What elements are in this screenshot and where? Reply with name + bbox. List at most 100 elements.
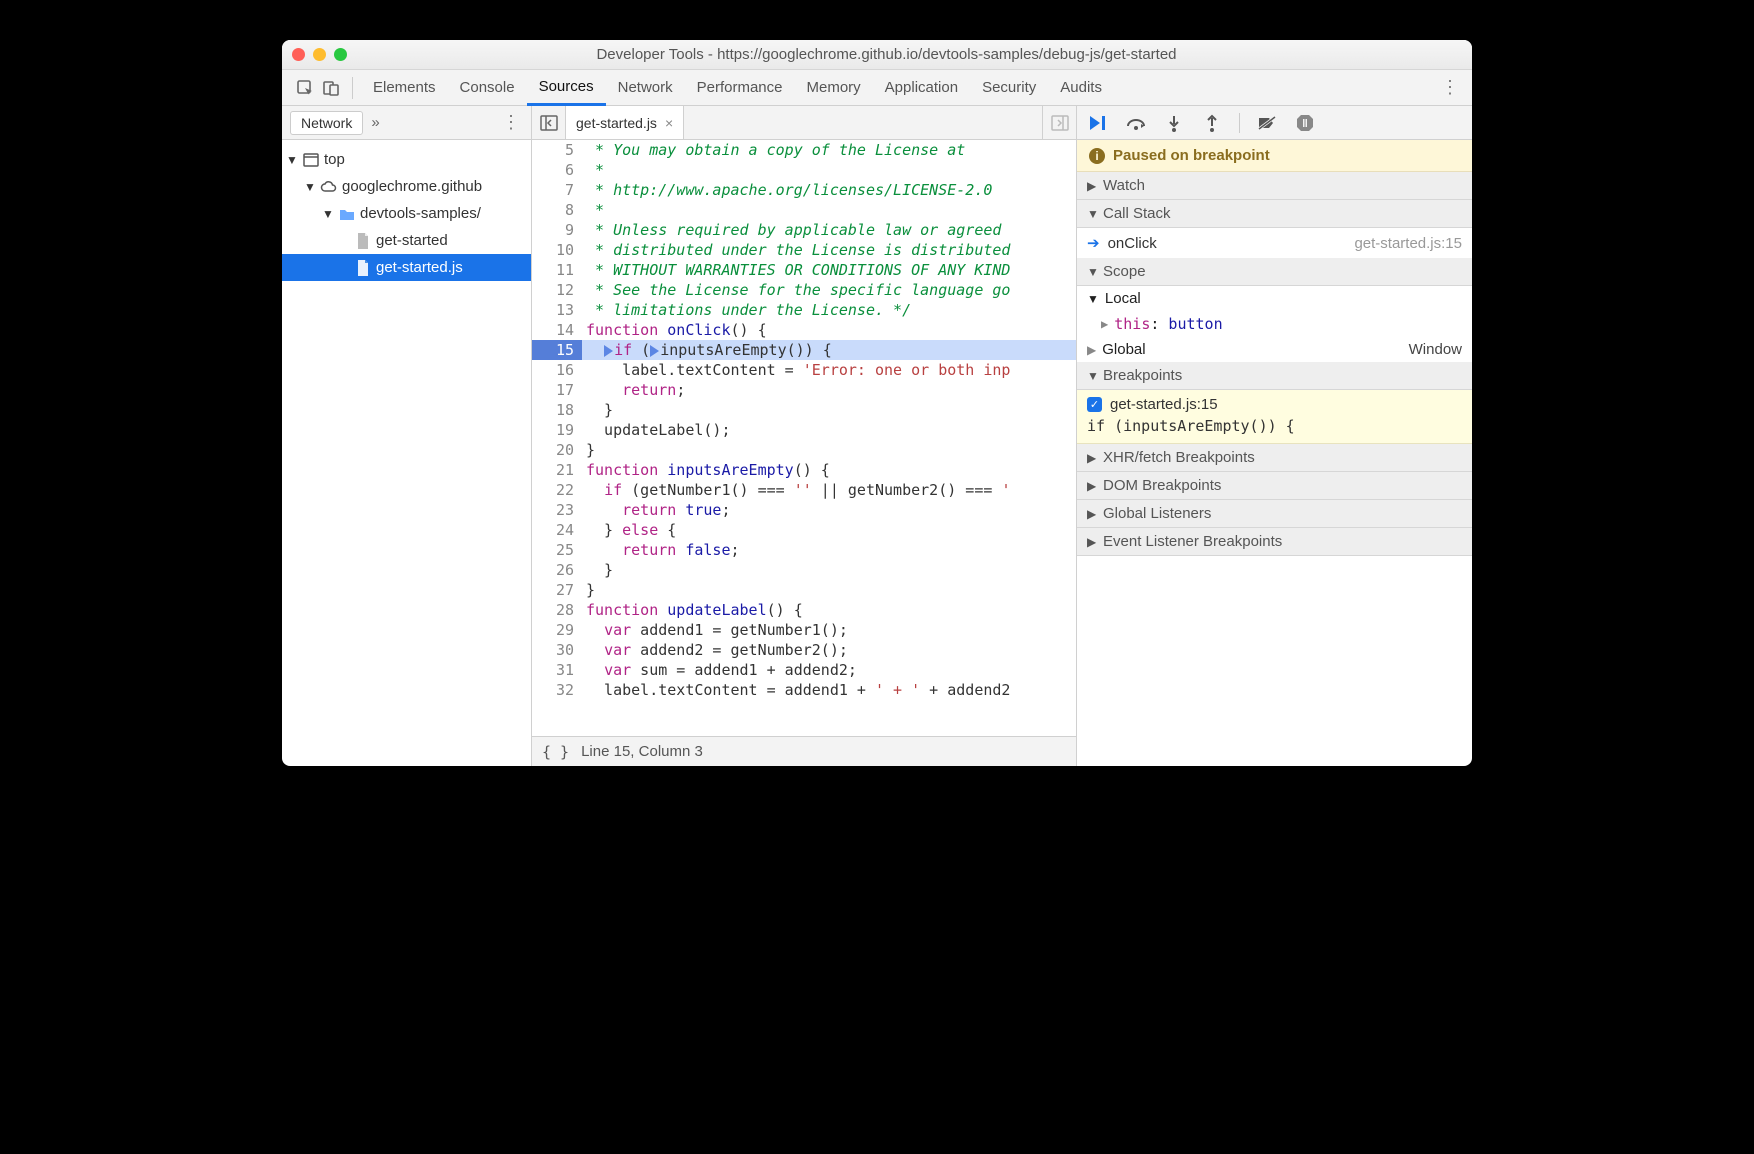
tree-file[interactable]: get-started [282, 227, 531, 254]
file-tab[interactable]: get-started.js × [566, 106, 684, 139]
toggle-navigator-icon[interactable] [532, 106, 566, 139]
line-number[interactable]: 5 [532, 140, 582, 160]
code-line[interactable]: 8 * [532, 200, 1076, 220]
code-line[interactable]: 31 var sum = addend1 + addend2; [532, 660, 1076, 680]
code-line[interactable]: 29 var addend1 = getNumber1(); [532, 620, 1076, 640]
section-scope[interactable]: ▼Scope [1077, 258, 1472, 286]
scope-variable[interactable]: ▶ this: button [1077, 311, 1472, 337]
line-number[interactable]: 21 [532, 460, 582, 480]
code-line[interactable]: 15 if (inputsAreEmpty()) { [532, 340, 1076, 360]
code-line[interactable]: 13 * limitations under the License. */ [532, 300, 1076, 320]
code-line[interactable]: 14function onClick() { [532, 320, 1076, 340]
line-number[interactable]: 6 [532, 160, 582, 180]
toggle-debugger-icon[interactable] [1042, 106, 1076, 139]
call-frame[interactable]: ➔ onClick get-started.js:15 [1077, 228, 1472, 258]
line-number[interactable]: 18 [532, 400, 582, 420]
line-number[interactable]: 8 [532, 200, 582, 220]
line-number[interactable]: 23 [532, 500, 582, 520]
line-number[interactable]: 22 [532, 480, 582, 500]
line-number[interactable]: 20 [532, 440, 582, 460]
line-number[interactable]: 24 [532, 520, 582, 540]
section-watch[interactable]: ▶Watch [1077, 172, 1472, 200]
code-line[interactable]: 22 if (getNumber1() === '' || getNumber2… [532, 480, 1076, 500]
tab-application[interactable]: Application [873, 70, 970, 105]
more-menu-icon[interactable]: ⋮ [1438, 77, 1462, 98]
line-number[interactable]: 30 [532, 640, 582, 660]
section-xhr[interactable]: ▶XHR/fetch Breakpoints [1077, 444, 1472, 472]
section-dom[interactable]: ▶DOM Breakpoints [1077, 472, 1472, 500]
code-editor[interactable]: 5 * You may obtain a copy of the License… [532, 140, 1076, 736]
code-line[interactable]: 12 * See the License for the specific la… [532, 280, 1076, 300]
resume-icon[interactable] [1087, 112, 1109, 134]
close-tab-icon[interactable]: × [665, 115, 673, 131]
scope-local[interactable]: ▼Local [1077, 286, 1472, 311]
code-line[interactable]: 32 label.textContent = addend1 + ' + ' +… [532, 680, 1076, 700]
line-number[interactable]: 25 [532, 540, 582, 560]
inspect-icon[interactable] [292, 75, 318, 101]
code-line[interactable]: 11 * WITHOUT WARRANTIES OR CONDITIONS OF… [532, 260, 1076, 280]
code-line[interactable]: 27} [532, 580, 1076, 600]
code-line[interactable]: 26 } [532, 560, 1076, 580]
deactivate-breakpoints-icon[interactable] [1256, 112, 1278, 134]
line-number[interactable]: 11 [532, 260, 582, 280]
line-number[interactable]: 9 [532, 220, 582, 240]
code-line[interactable]: 9 * Unless required by applicable law or… [532, 220, 1076, 240]
line-number[interactable]: 14 [532, 320, 582, 340]
line-number[interactable]: 29 [532, 620, 582, 640]
line-number[interactable]: 19 [532, 420, 582, 440]
line-number[interactable]: 7 [532, 180, 582, 200]
code-line[interactable]: 25 return false; [532, 540, 1076, 560]
pause-exceptions-icon[interactable] [1294, 112, 1316, 134]
code-line[interactable]: 10 * distributed under the License is di… [532, 240, 1076, 260]
line-number[interactable]: 27 [532, 580, 582, 600]
code-line[interactable]: 24 } else { [532, 520, 1076, 540]
tab-console[interactable]: Console [448, 70, 527, 105]
section-global-listeners[interactable]: ▶Global Listeners [1077, 500, 1472, 528]
code-line[interactable]: 20} [532, 440, 1076, 460]
tab-security[interactable]: Security [970, 70, 1048, 105]
navigator-dropdown[interactable]: Network [290, 111, 363, 135]
line-number[interactable]: 15 [532, 340, 582, 360]
close-window-button[interactable] [292, 48, 305, 61]
code-line[interactable]: 23 return true; [532, 500, 1076, 520]
code-line[interactable]: 17 return; [532, 380, 1076, 400]
line-number[interactable]: 17 [532, 380, 582, 400]
tree-file-selected[interactable]: get-started.js [282, 254, 531, 281]
step-into-icon[interactable] [1163, 112, 1185, 134]
tree-folder[interactable]: ▼ devtools-samples/ [282, 200, 531, 227]
line-number[interactable]: 26 [532, 560, 582, 580]
code-line[interactable]: 6 * [532, 160, 1076, 180]
tab-network[interactable]: Network [606, 70, 685, 105]
more-tabs-icon[interactable]: » [371, 114, 379, 131]
tab-audits[interactable]: Audits [1048, 70, 1114, 105]
step-over-icon[interactable] [1125, 112, 1147, 134]
line-number[interactable]: 10 [532, 240, 582, 260]
braces-icon[interactable]: { } [542, 743, 569, 761]
section-callstack[interactable]: ▼Call Stack [1077, 200, 1472, 228]
breakpoint-checkbox[interactable]: ✓ [1087, 397, 1102, 412]
line-number[interactable]: 32 [532, 680, 582, 700]
tab-sources[interactable]: Sources [527, 71, 606, 106]
code-line[interactable]: 7 * http://www.apache.org/licenses/LICEN… [532, 180, 1076, 200]
step-out-icon[interactable] [1201, 112, 1223, 134]
device-toggle-icon[interactable] [318, 75, 344, 101]
scope-global[interactable]: ▶GlobalWindow [1077, 337, 1472, 362]
code-line[interactable]: 5 * You may obtain a copy of the License… [532, 140, 1076, 160]
code-line[interactable]: 16 label.textContent = 'Error: one or bo… [532, 360, 1076, 380]
line-number[interactable]: 31 [532, 660, 582, 680]
section-event-listeners[interactable]: ▶Event Listener Breakpoints [1077, 528, 1472, 556]
tab-elements[interactable]: Elements [361, 70, 448, 105]
line-number[interactable]: 12 [532, 280, 582, 300]
tab-performance[interactable]: Performance [685, 70, 795, 105]
breakpoint-item[interactable]: ✓ get-started.js:15 if (inputsAreEmpty()… [1077, 390, 1472, 444]
line-number[interactable]: 13 [532, 300, 582, 320]
section-breakpoints[interactable]: ▼Breakpoints [1077, 362, 1472, 390]
line-number[interactable]: 16 [532, 360, 582, 380]
code-line[interactable]: 18 } [532, 400, 1076, 420]
code-line[interactable]: 21function inputsAreEmpty() { [532, 460, 1076, 480]
tab-memory[interactable]: Memory [795, 70, 873, 105]
code-line[interactable]: 30 var addend2 = getNumber2(); [532, 640, 1076, 660]
code-line[interactable]: 28function updateLabel() { [532, 600, 1076, 620]
code-line[interactable]: 19 updateLabel(); [532, 420, 1076, 440]
tree-domain[interactable]: ▼ googlechrome.github [282, 173, 531, 200]
